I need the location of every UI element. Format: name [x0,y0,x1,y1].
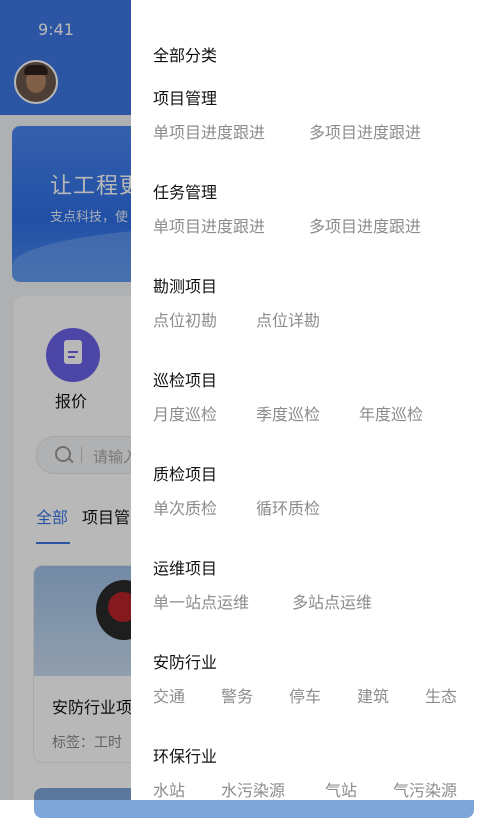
category-item[interactable]: 水污染源 [221,781,285,801]
category-section: 安防行业 交通 警务 停车 建筑 生态 [153,653,473,706]
section-title: 勘测项目 [153,277,218,296]
category-drawer: 全部分类 项目管理 单项目进度跟进 多项目进度跟进 任务管理 单项目进度跟进 多… [131,0,480,800]
category-section: 环保行业 水站 水污染源 气站 气污染源 [153,747,473,800]
category-item[interactable]: 气站 [325,781,357,801]
category-section: 项目管理 单项目进度跟进 多项目进度跟进 [153,89,473,142]
category-item[interactable]: 停车 [289,687,321,707]
category-item[interactable]: 生态 [425,687,457,707]
section-title: 运维项目 [153,559,218,578]
section-title: 任务管理 [153,183,218,202]
section-title: 环保行业 [153,747,218,766]
drawer-title: 全部分类 [153,46,218,65]
section-title: 安防行业 [153,653,218,672]
category-item[interactable]: 多项目进度跟进 [309,217,421,237]
category-item[interactable]: 多站点运维 [292,593,372,613]
category-item[interactable]: 月度巡检 [153,405,217,425]
category-item[interactable]: 点位详勘 [256,311,320,331]
category-item[interactable]: 交通 [153,687,185,707]
category-item[interactable]: 气污染源 [393,781,457,801]
category-item[interactable]: 警务 [221,687,253,707]
category-item[interactable]: 循环质检 [256,499,320,519]
category-item[interactable]: 季度巡检 [256,405,320,425]
category-section: 巡检项目 月度巡检 季度巡检 年度巡检 [153,371,473,424]
category-item[interactable]: 点位初勘 [153,311,217,331]
category-section: 质检项目 单次质检 循环质检 [153,465,473,518]
category-item[interactable]: 年度巡检 [359,405,423,425]
category-section: 任务管理 单项目进度跟进 多项目进度跟进 [153,183,473,236]
category-item[interactable]: 单项目进度跟进 [153,217,265,237]
category-section: 勘测项目 点位初勘 点位详勘 [153,277,473,330]
category-item[interactable]: 单次质检 [153,499,217,519]
category-section: 运维项目 单一站点运维 多站点运维 [153,559,473,612]
category-item[interactable]: 水站 [153,781,185,801]
section-title: 巡检项目 [153,371,218,390]
section-title: 质检项目 [153,465,218,484]
category-item[interactable]: 单一站点运维 [153,593,249,613]
category-item[interactable]: 单项目进度跟进 [153,123,265,143]
category-item[interactable]: 多项目进度跟进 [309,123,421,143]
section-title: 项目管理 [153,89,218,108]
category-item[interactable]: 建筑 [357,687,389,707]
